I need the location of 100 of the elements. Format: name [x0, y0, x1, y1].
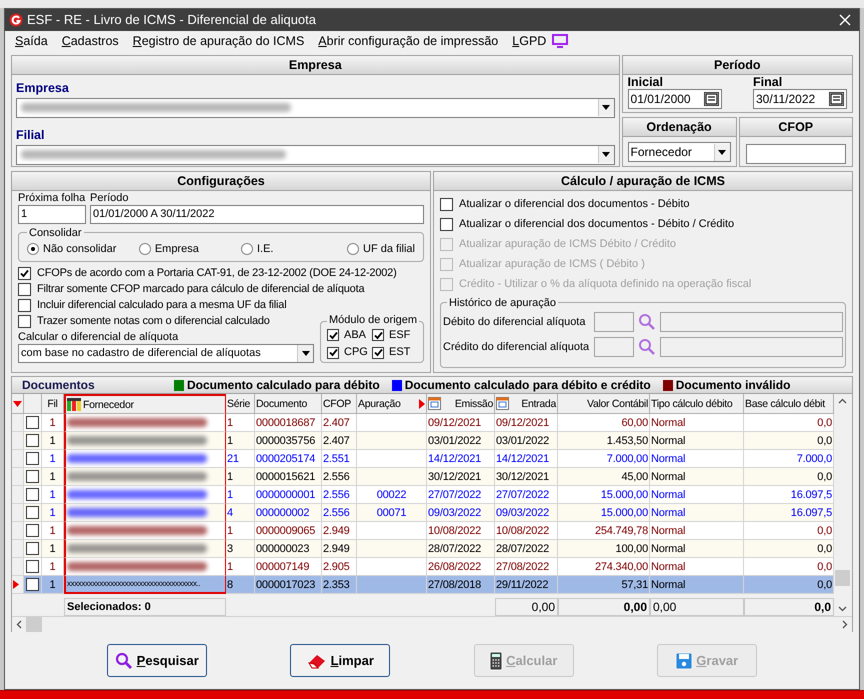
checkbox[interactable]	[26, 452, 39, 465]
calendar-button[interactable]	[704, 92, 719, 106]
column-header[interactable]: Tipo cálculo débito	[650, 394, 744, 414]
table-row[interactable]: 1 21 0000205174 2.551 14/12/2021 14/12/2021 7.000,00 Normal 7.000,0	[12, 450, 834, 468]
table-row[interactable]: 1 1 0000018687 2.407 09/12/2021 09/12/2021 60,00 Normal 0,0	[12, 414, 834, 432]
checkbox[interactable]	[18, 266, 31, 280]
checkbox[interactable]	[26, 506, 39, 519]
calcular-dropdown[interactable]: com base no cadastro de diferencial de alíquotas	[18, 344, 314, 363]
table-cell: 0000035756	[256, 435, 316, 447]
checkbox[interactable]	[440, 218, 453, 230]
checkbox[interactable]	[26, 416, 39, 429]
search-icon[interactable]	[637, 313, 657, 331]
code-field[interactable]	[594, 312, 634, 332]
periodo-field[interactable]: 01/01/2000 A 30/11/2022	[90, 205, 424, 224]
checkbox[interactable]	[18, 298, 31, 312]
checkbox[interactable]	[26, 470, 39, 483]
checkbox[interactable]	[372, 346, 384, 358]
filial-dropdown[interactable]	[16, 144, 615, 164]
calendar-button[interactable]	[829, 92, 844, 106]
radio-button[interactable]	[138, 243, 151, 255]
field-label: Crédito do diferencial alíquota	[443, 340, 590, 355]
code-field[interactable]	[594, 337, 634, 357]
scroll-left-icon[interactable]	[16, 620, 22, 629]
checkbox[interactable]	[440, 198, 453, 210]
dropdown-button[interactable]	[714, 144, 730, 160]
date-field[interactable]: 01/01/2000	[628, 89, 722, 109]
menu-item[interactable]: Abrir configuração de impressão	[318, 32, 498, 50]
checkbox[interactable]	[26, 524, 39, 537]
checkbox[interactable]	[327, 329, 339, 341]
column-header[interactable]: CFOP	[322, 394, 357, 414]
table-cell: 0000205174	[256, 453, 316, 465]
search-button[interactable]: Pesquisar	[106, 644, 207, 677]
column-header[interactable]: Apuração	[357, 394, 427, 414]
menu-item[interactable]: Registro de apuração do ICMS	[132, 32, 304, 50]
table-cell: Normal	[650, 576, 744, 594]
table-row[interactable]: 1 1 000007149 2.905 26/08/2022 27/08/2022 274.340,00 Normal 0,0	[12, 558, 834, 576]
table-row[interactable]: 1 4 000000002 2.556 00071 09/03/2022 09/03/2022 15.000,00 Normal 16.097,5	[12, 504, 834, 522]
search-icon	[114, 652, 133, 670]
table-row[interactable]: 1 1 0000015621 2.556 30/12/2021 30/12/2021 45,00 Normal 0,0	[12, 468, 834, 486]
table-row[interactable]: 1 xxxxxxxxxxxxxxxxxxxxxxxxxxxxxxxxxxxx.. 8 0000017023 2.353 27/08/2018 29/11/2022 57,31 Normal 0,0	[12, 576, 834, 594]
table-row[interactable]: 1 1 0000035756 2.407 03/01/2022 03/01/2022 1.453,50 Normal 0,0	[12, 432, 834, 450]
table-row[interactable]: 1 1 0000000001 2.556 00022 27/07/2022 27/07/2022 15.000,00 Normal 16.097,5	[12, 486, 834, 504]
radio-option[interactable]: UF da filial	[347, 240, 415, 258]
column-header[interactable]: Emissão	[427, 394, 495, 414]
legend-label: Documento inválido	[676, 377, 790, 394]
close-icon[interactable]	[839, 14, 851, 26]
horizontal-scrollbar[interactable]	[12, 616, 852, 632]
menu-item[interactable]: LGPD	[512, 32, 546, 50]
checkbox[interactable]	[18, 314, 31, 328]
column-header[interactable]: Fornecedor	[64, 394, 226, 414]
checkbox[interactable]	[372, 329, 384, 341]
column-header[interactable]: Fil	[42, 394, 64, 414]
ordenacao-dropdown[interactable]: Fornecedor	[628, 142, 731, 162]
scroll-down-icon[interactable]	[838, 606, 847, 612]
dropdown-button[interactable]	[297, 345, 313, 362]
dropdown-button[interactable]	[598, 146, 614, 163]
dropdown-button[interactable]	[598, 99, 614, 116]
total-cell: 0,0	[744, 598, 834, 616]
total-cell: 0,00	[495, 598, 558, 616]
search-icon[interactable]	[637, 338, 657, 356]
table-row[interactable]: 1 1 0000009065 2.949 10/08/2022 10/08/2022 254.749,78 Normal 0,0	[12, 522, 834, 540]
scroll-up-icon[interactable]	[838, 398, 847, 404]
column-header[interactable]: Entrada	[495, 394, 558, 414]
radio-option[interactable]: Empresa	[138, 240, 241, 258]
column-header[interactable]: Documento	[255, 394, 322, 414]
checkbox[interactable]	[18, 282, 31, 296]
scroll-right-icon[interactable]	[842, 620, 848, 629]
checkbox[interactable]	[26, 560, 39, 573]
proxima-folha-field[interactable]: 1	[18, 205, 86, 224]
legend-label: Documento calculado para débito	[187, 377, 380, 394]
empresa-dropdown[interactable]	[16, 98, 615, 118]
checkbox[interactable]	[26, 578, 39, 591]
checkbox[interactable]	[26, 542, 39, 555]
table-cell: 000000023	[256, 543, 310, 555]
radio-option[interactable]: I.E.	[240, 240, 348, 258]
field-label: Débito do diferencial alíquota	[443, 314, 586, 330]
eraser-button[interactable]: Limpar	[290, 644, 390, 677]
menu-item[interactable]: Cadastros	[62, 32, 119, 50]
date-field[interactable]: 30/11/2022	[753, 89, 847, 109]
row-indicator[interactable]	[12, 576, 24, 594]
field-label: Período	[90, 192, 130, 205]
cfop-field[interactable]	[746, 144, 846, 164]
checkbox[interactable]	[26, 488, 39, 501]
checkbox[interactable]	[327, 346, 339, 358]
table-cell: 57,31	[558, 576, 650, 594]
caret-icon	[302, 351, 310, 356]
column-header[interactable]: Série	[226, 394, 255, 414]
radio-button[interactable]	[240, 243, 253, 255]
checkbox[interactable]	[26, 434, 39, 447]
radio-button[interactable]	[347, 243, 360, 255]
scroll-thumb[interactable]	[26, 617, 42, 632]
column-header[interactable]: Base cálculo débit	[744, 394, 834, 414]
menu-item[interactable]: Saída	[15, 32, 48, 50]
monitor-icon[interactable]	[552, 34, 568, 48]
radio-option[interactable]: Não consolidar	[27, 240, 139, 258]
column-header[interactable]: Valor Contábil	[558, 394, 650, 414]
table-row[interactable]: 1 3 000000023 2.949 28/07/2022 28/07/2022 100,00 Normal 0,0	[12, 540, 834, 558]
group-title: Histórico de apuração	[447, 295, 558, 312]
radio-button[interactable]	[27, 243, 39, 255]
scroll-thumb[interactable]	[835, 570, 850, 586]
